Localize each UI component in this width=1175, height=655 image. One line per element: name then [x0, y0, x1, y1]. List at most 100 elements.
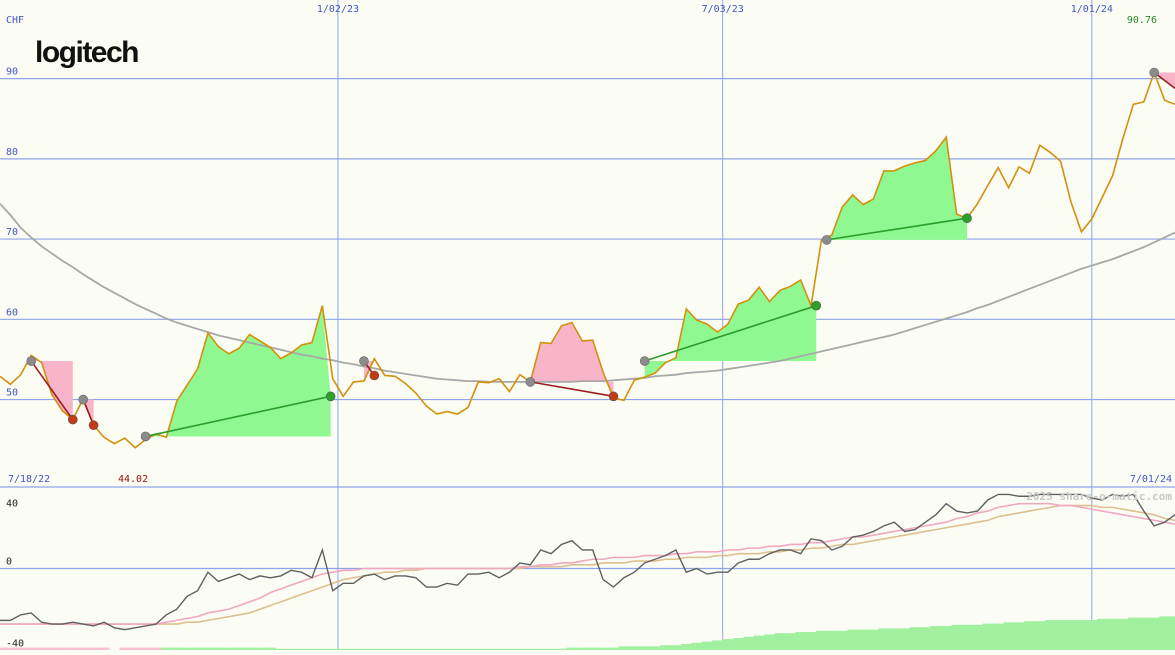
entry-marker — [140, 431, 151, 442]
trade-fill-6 — [644, 280, 817, 378]
volume-bar — [1003, 622, 1015, 650]
entry-marker — [525, 377, 536, 387]
grid-layer — [0, 0, 1175, 650]
volume-bar — [795, 632, 807, 650]
volume-bar — [1034, 621, 1046, 650]
volume-bar — [743, 636, 755, 650]
date-tick-label: 1/01/24 — [1071, 4, 1113, 15]
volume-bar — [1107, 618, 1119, 650]
volume-bar — [764, 634, 775, 650]
exit-marker — [811, 300, 822, 311]
entry-marker — [26, 356, 36, 366]
volume-bar — [837, 630, 848, 650]
last-price-label: 90.76 — [1127, 15, 1157, 26]
volume-bar — [649, 646, 661, 650]
volume-bar — [899, 628, 911, 650]
trade-fills-layer — [31, 72, 1175, 440]
currency-label: CHF — [6, 15, 24, 26]
end-date-label: 7/01/24 — [1130, 474, 1172, 485]
volume-bar — [961, 624, 973, 650]
volume-bar — [691, 642, 703, 650]
brand-logo: logitech — [35, 36, 138, 69]
volume-bar — [1045, 620, 1056, 650]
trade-fill-7 — [826, 137, 968, 240]
volume-bar — [857, 629, 869, 650]
labels-layer: 50 60 70 80 90 1/02/23 7/03/23 1/01/24 40 0 -40 — [6, 4, 1113, 650]
date-tick-label: 1/02/23 — [317, 4, 359, 15]
exit-marker — [325, 391, 336, 402]
exit-marker — [67, 414, 78, 425]
entry-marker — [78, 394, 88, 405]
volume-bar — [785, 633, 796, 650]
volume-bar — [1024, 621, 1035, 650]
stock-chart: 50 60 70 80 90 1/02/23 7/03/23 1/01/24 40 0 -40 CH… — [0, 0, 1175, 650]
volume-bar — [712, 640, 723, 650]
exit-marker — [962, 213, 972, 224]
price-tick-label: 80 — [6, 147, 18, 158]
volume-bar — [847, 629, 859, 650]
oscillator-layer — [0, 493, 1175, 631]
entry-marker — [639, 356, 650, 366]
volume-bar — [1076, 620, 1087, 650]
volume-bar — [878, 628, 890, 650]
volume-bar — [920, 627, 931, 650]
volume-bar — [722, 639, 734, 650]
price-tick-label: 50 — [6, 388, 18, 399]
volume-bar — [889, 628, 900, 650]
volume-bar — [618, 646, 630, 650]
entry-marker — [821, 235, 832, 245]
volume-bar — [951, 624, 963, 650]
volume-bar — [972, 624, 983, 650]
volume-bar — [909, 627, 921, 650]
volume-bar — [1159, 616, 1171, 650]
volume-bar — [1169, 616, 1175, 650]
volume-bar — [1138, 617, 1150, 650]
volume-bar — [868, 629, 879, 650]
volume-bar — [1117, 618, 1129, 650]
price-tick-label: 60 — [6, 307, 18, 318]
volume-bar — [1128, 617, 1139, 650]
price-tick-label: 70 — [6, 227, 18, 238]
volume-bar — [1013, 622, 1025, 650]
chart-svg: 50 60 70 80 90 1/02/23 7/03/23 1/01/24 40 0 -40 CH… — [0, 0, 1175, 650]
date-tick-label: 7/03/23 — [702, 4, 744, 15]
trade-fill-3 — [145, 305, 331, 440]
start-date-label: 7/18/22 — [8, 474, 50, 485]
volume-bar — [670, 645, 682, 650]
volume-bar — [941, 626, 952, 650]
volume-bar — [805, 632, 817, 650]
entry-marker — [359, 356, 369, 366]
volume-bar — [982, 623, 994, 650]
volume-bar — [826, 630, 838, 650]
entry-marker — [1149, 67, 1160, 78]
volume-bar — [1097, 618, 1108, 650]
volume-bar — [629, 646, 640, 650]
volume-bar — [701, 641, 713, 650]
volume-bar — [639, 646, 651, 650]
min-price-label: 44.02 — [118, 474, 148, 485]
volume-bar — [816, 630, 827, 650]
volume-bar — [774, 633, 786, 650]
exit-marker — [608, 391, 619, 402]
volume-bar — [1055, 620, 1067, 650]
volume-bar — [1086, 620, 1098, 650]
exit-marker — [88, 420, 99, 431]
volume-bar — [993, 623, 1004, 650]
volume-bar — [1149, 617, 1160, 650]
osc-tick-label: -40 — [6, 639, 24, 650]
volume-bar — [753, 635, 765, 650]
volume-bar — [660, 645, 671, 650]
watermark: 2025 share-o-matic.com — [1026, 490, 1172, 503]
oscillator-slow-line — [0, 504, 1175, 625]
osc-tick-label: 0 — [6, 557, 12, 568]
price-tick-label: 90 — [6, 67, 18, 78]
exit-marker — [369, 370, 380, 381]
volume-bar — [733, 638, 744, 650]
trade-fill-5 — [530, 322, 614, 398]
osc-tick-label: 40 — [6, 498, 18, 509]
volume-bar — [681, 644, 692, 650]
volume-bar — [1065, 620, 1077, 650]
oscillator-main-line — [0, 493, 1175, 631]
volume-bar — [930, 626, 942, 650]
oscillator-signal-line — [0, 502, 1175, 625]
